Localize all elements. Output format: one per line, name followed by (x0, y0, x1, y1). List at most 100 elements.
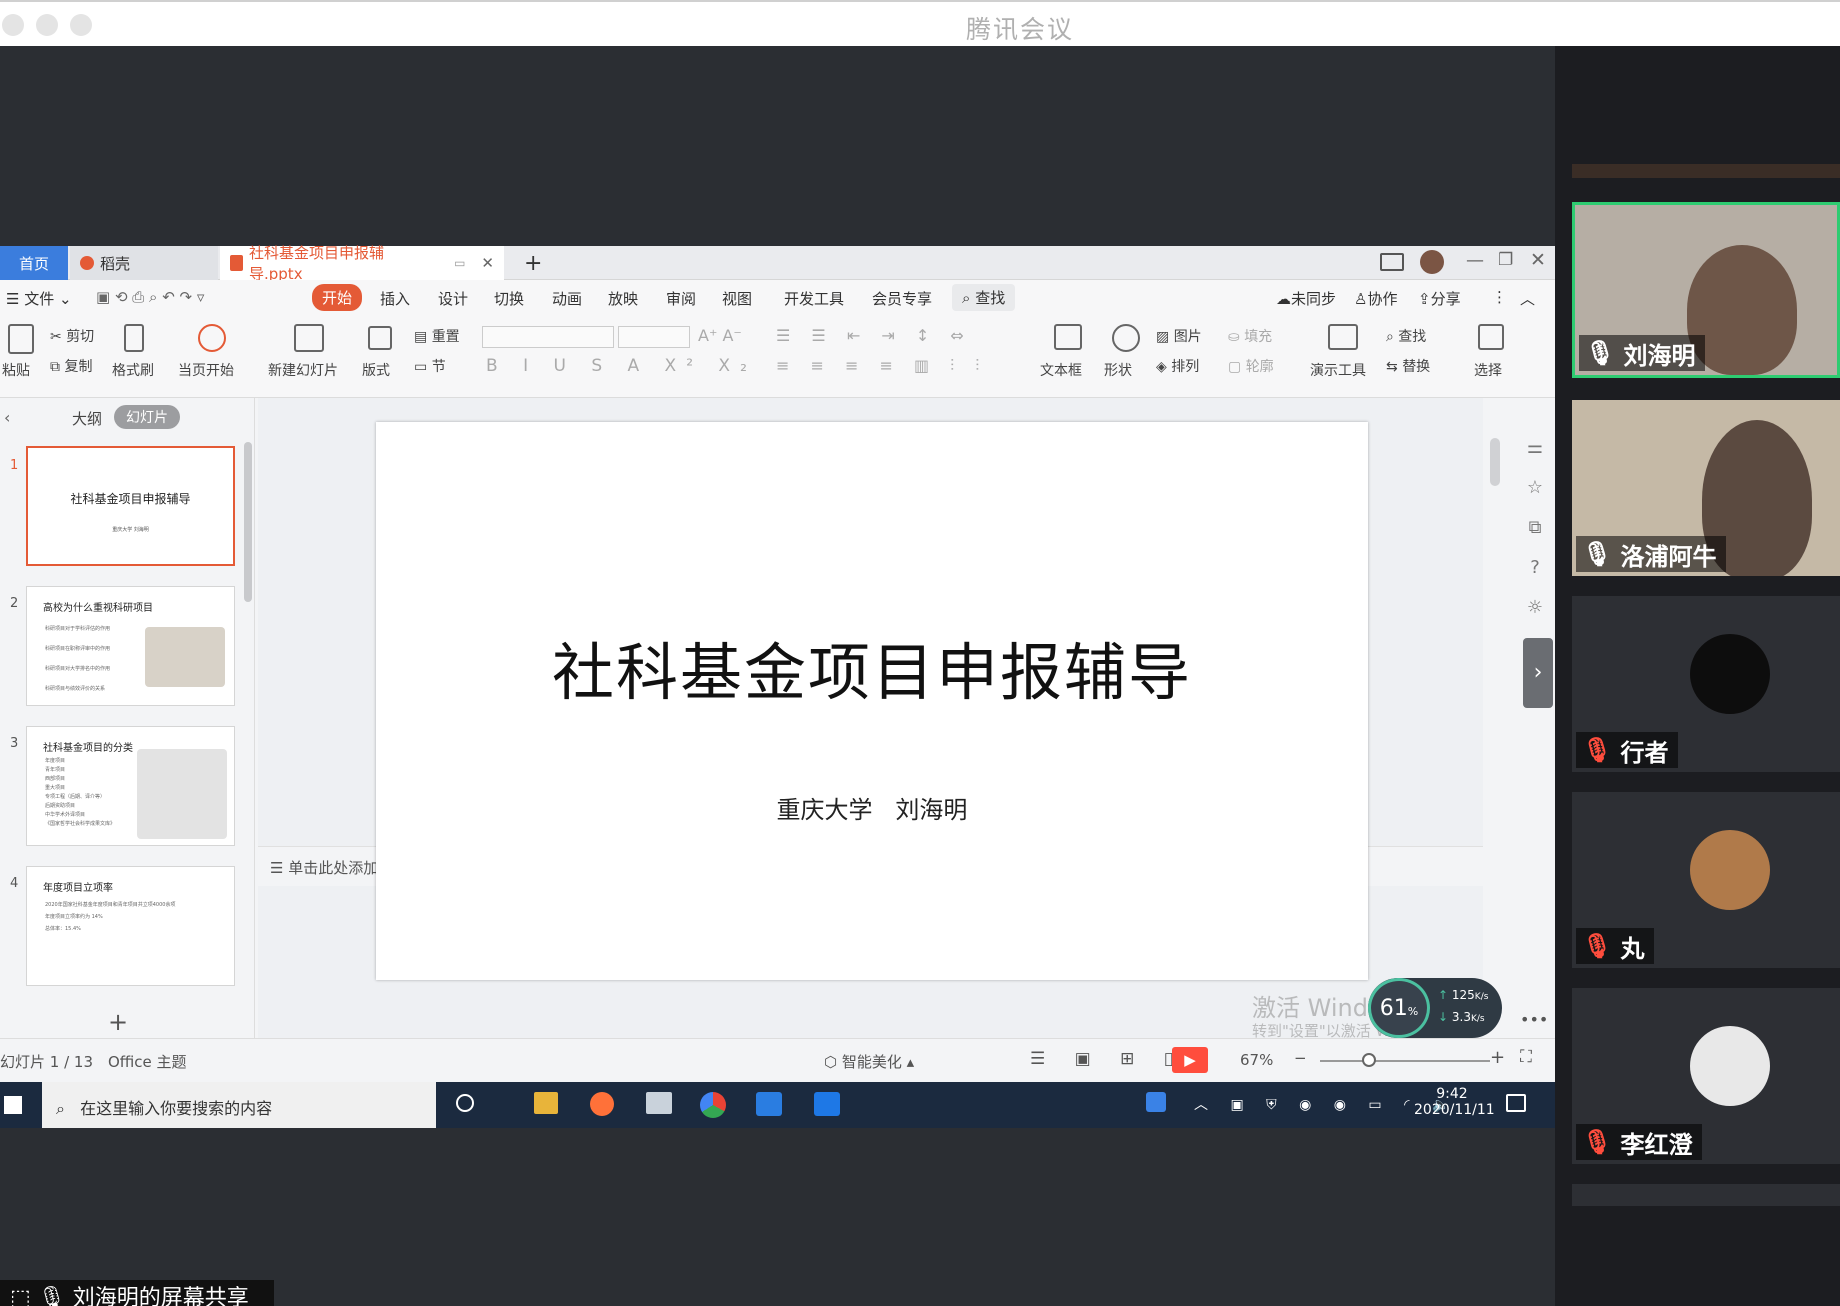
alignment-icons[interactable]: ≡ ≡ ≡ ≡ ▥ ⫶ ⫶ (776, 356, 987, 376)
layout-icon[interactable] (1380, 253, 1404, 271)
menu-item-member[interactable]: 会员专享 (872, 288, 932, 309)
close-tab-icon[interactable]: ✕ (481, 254, 494, 272)
add-slide-button[interactable]: + (108, 1008, 128, 1036)
participant-tile-5[interactable]: 🎙 李红澄 (1572, 988, 1840, 1164)
layout-icon-2[interactable] (368, 326, 392, 350)
replace-button[interactable]: ⇆ 替换 (1386, 356, 1430, 376)
format-painter-button[interactable]: 格式刷 (112, 360, 154, 380)
task-view-icon[interactable] (456, 1094, 474, 1112)
user-avatar[interactable] (1420, 250, 1444, 274)
beautify-button[interactable]: ⬡ 智能美化 ▴ (824, 1051, 914, 1072)
expand-panel-button[interactable]: › (1523, 638, 1553, 708)
arrange-button[interactable]: ◈ 排列 (1156, 356, 1199, 376)
menu-item-view[interactable]: 视图 (722, 288, 752, 309)
slideshow-play-button[interactable]: ▶ (1172, 1047, 1208, 1073)
paste-button[interactable]: 粘贴 (2, 360, 30, 380)
file-menu[interactable]: ☰ 文件 ⌄ (6, 288, 72, 309)
help-icon[interactable]: ? (1520, 548, 1550, 588)
windows-start-icon[interactable] (4, 1096, 22, 1114)
transition-icon[interactable]: ⧉ (1520, 508, 1550, 548)
current-slide[interactable]: 社科基金项目申报辅导 重庆大学 刘海明 (376, 422, 1368, 980)
copy-button[interactable]: ⧉ 复制 (50, 356, 92, 376)
firefox-icon[interactable] (590, 1092, 614, 1116)
text-format-icons[interactable]: B I U S A X² X₂ (486, 356, 757, 376)
sync-status[interactable]: ☁未同步 (1276, 288, 1336, 309)
participant-tile-1[interactable]: 🎙 刘海明 (1572, 202, 1840, 378)
menu-item-animation[interactable]: 动画 (552, 288, 582, 309)
close-window-button[interactable] (2, 14, 24, 36)
zoom-slider-thumb[interactable] (1362, 1053, 1376, 1067)
close-icon[interactable]: ✕ (1530, 249, 1546, 271)
paragraph-icons[interactable]: ☰ ☰ ⇤ ⇥ ↕ ⇔ (776, 326, 972, 345)
slide-thumbnail-2[interactable]: 高校为什么重视科研项目 科研项目对于学科评估的作用 科研项目在职称评审中的作用 … (26, 586, 235, 706)
textbox-icon[interactable] (1054, 324, 1082, 350)
find-button[interactable]: ⌕ 查找 (1386, 326, 1426, 346)
tab-monitor-icon[interactable]: ▭ (454, 256, 465, 270)
share-button[interactable]: ⇪分享 (1418, 288, 1461, 309)
outline-tab[interactable]: 大纲 (72, 408, 102, 429)
thumbnail-scrollbar[interactable] (244, 442, 252, 602)
zoom-out-button[interactable]: − (1294, 1049, 1307, 1067)
collapse-ribbon-icon[interactable]: ︿ (1520, 288, 1535, 309)
printer-app-icon[interactable] (646, 1092, 672, 1114)
quick-access-toolbar[interactable]: ▣ ⟲ ⎙ ⌕ ↶ ↷ ▿ (96, 288, 204, 306)
paste-icon[interactable] (8, 324, 34, 354)
menu-item-insert[interactable]: 插入 (380, 288, 410, 309)
minimize-icon[interactable]: — (1466, 250, 1484, 271)
picture-button[interactable]: ▨ 图片 (1156, 326, 1202, 346)
collaborate-button[interactable]: ♙协作 (1354, 288, 1397, 309)
play-from-current-button[interactable]: 当页开始 (178, 360, 234, 380)
tab-home[interactable]: 首页 (0, 246, 68, 280)
reset-button[interactable]: ▤ 重置 (414, 326, 460, 346)
format-painter-icon[interactable] (124, 324, 144, 352)
chrome-icon[interactable] (700, 1092, 726, 1118)
tencent-meeting-icon[interactable] (814, 1092, 840, 1116)
tab-daoke[interactable]: 稻壳 (70, 246, 218, 280)
fill-button[interactable]: ⛀ 填充 (1228, 326, 1272, 346)
font-grow-shrink-icons[interactable]: A⁺ A⁻ (698, 326, 742, 345)
menu-item-design[interactable]: 设计 (438, 288, 468, 309)
zoom-in-button[interactable]: + (1490, 1047, 1505, 1068)
minimize-window-button[interactable] (36, 14, 58, 36)
menu-item-developer[interactable]: 开发工具 (784, 288, 844, 309)
new-tab-button[interactable]: + (514, 246, 552, 280)
layout-button[interactable]: 版式 (362, 360, 390, 380)
participant-tile-3[interactable]: 🎙 行者 (1572, 596, 1840, 772)
menu-item-home[interactable]: 开始 (312, 284, 363, 311)
new-slide-button[interactable]: 新建幻灯片 (268, 360, 338, 380)
wps-taskbar-icon[interactable] (756, 1092, 782, 1116)
fit-window-icon[interactable]: ⛶ (1520, 1047, 1532, 1067)
textbox-button[interactable]: 文本框 (1040, 360, 1082, 380)
canvas-scrollbar[interactable] (1490, 438, 1500, 486)
file-explorer-icon[interactable] (534, 1092, 558, 1114)
collapse-pane-icon[interactable]: ‹ (4, 408, 10, 427)
participant-tile-4[interactable]: 🎙 丸 (1572, 792, 1840, 968)
maximize-window-button[interactable] (70, 14, 92, 36)
slide-thumbnail-3[interactable]: 社科基金项目的分类 年度项目 青年项目 西部项目 重大项目 专项工程（后期、译介… (26, 726, 235, 846)
slide-thumbnail-4[interactable]: 年度项目立项率 2020年国家社科基金年度项目和青年项目共立项4000余项 年度… (26, 866, 235, 986)
font-family-select[interactable] (482, 326, 614, 348)
notification-icon[interactable] (1506, 1094, 1526, 1112)
taskbar-search-box[interactable]: ⌕ 在这里输入你要搜索的内容 (42, 1082, 436, 1128)
cut-button[interactable]: ✂ 剪切 (50, 326, 94, 346)
slide-thumbnail-1[interactable]: 社科基金项目申报辅导 重庆大学 刘海明 (26, 446, 235, 566)
play-icon[interactable] (198, 324, 226, 352)
shape-icon[interactable] (1112, 324, 1140, 352)
restore-icon[interactable]: ❐ (1498, 250, 1513, 270)
new-slide-icon[interactable] (294, 324, 324, 352)
presentation-tools-icon[interactable] (1328, 324, 1358, 350)
shape-button[interactable]: 形状 (1104, 360, 1132, 380)
menu-item-review[interactable]: 审阅 (666, 288, 696, 309)
network-widget[interactable]: 61% ↑ 125K/s ↓ 3.3K/s (1368, 978, 1502, 1038)
search-box[interactable]: ⌕ 查找 (952, 284, 1016, 311)
idea-icon[interactable]: ☼ (1520, 588, 1550, 628)
outline-button[interactable]: ▢ 轮廓 (1228, 356, 1274, 376)
view-mode-icons[interactable]: ☰ ▣ ⊞ ◫ (1030, 1049, 1192, 1069)
section-button[interactable]: ▭ 节 (414, 356, 446, 376)
menu-item-slideshow[interactable]: 放映 (608, 288, 638, 309)
tray-app-icon[interactable] (1146, 1092, 1166, 1112)
properties-icon[interactable]: ⚌ (1520, 428, 1550, 468)
zoom-slider[interactable] (1320, 1060, 1490, 1062)
tab-document[interactable]: 社科基金项目申报辅导.pptx ▭ ✕ (220, 244, 504, 283)
menu-item-transition[interactable]: 切换 (494, 288, 524, 309)
